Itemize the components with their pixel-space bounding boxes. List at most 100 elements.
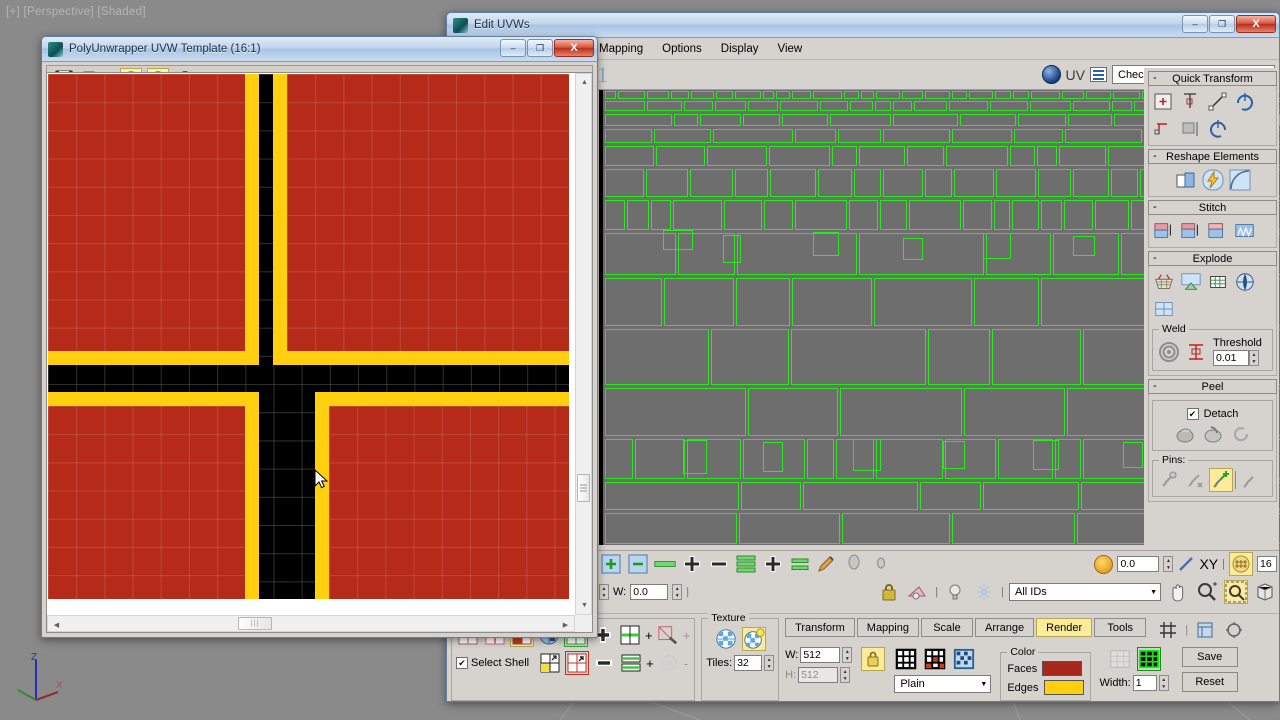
edges-color-swatch[interactable] xyxy=(1043,680,1084,695)
uv-island[interactable] xyxy=(876,91,900,99)
tiles-input[interactable]: 32 xyxy=(734,655,763,671)
uv-island[interactable] xyxy=(1014,129,1063,143)
rollout-body-stitch[interactable] xyxy=(1148,215,1277,248)
select-by-grid-icon[interactable] xyxy=(538,651,562,675)
align-vertical-icon[interactable] xyxy=(1179,90,1203,114)
align-edge-icon[interactable] xyxy=(653,552,677,576)
uv-island[interactable] xyxy=(656,146,705,166)
uv-island[interactable] xyxy=(946,146,1008,166)
material-list-icon[interactable] xyxy=(1090,67,1107,82)
command-panel[interactable]: - Quick Transform - Reshape Elements - S… xyxy=(1144,68,1279,701)
uv-island[interactable] xyxy=(996,169,1036,197)
uv-island[interactable] xyxy=(902,91,923,99)
uv-island[interactable] xyxy=(960,114,1016,126)
uv-island[interactable] xyxy=(995,91,1011,99)
explode-grid-icon[interactable] xyxy=(1206,270,1230,294)
uv-island[interactable] xyxy=(883,129,950,143)
threshold-stepper[interactable]: ▲ ▼ xyxy=(1249,350,1259,366)
uv-island[interactable] xyxy=(849,200,878,230)
uv-template-preview[interactable] xyxy=(48,74,569,599)
material-ids-combo[interactable]: All IDs ▼ xyxy=(1009,583,1161,601)
weld-selected-icon[interactable] xyxy=(1184,340,1208,364)
tile-toggle-icon[interactable] xyxy=(1229,552,1253,576)
peel-reset-icon[interactable] xyxy=(1229,422,1253,446)
rollout-explode[interactable]: - Explode Weld Threshold 0.01 ▲ ▼ xyxy=(1148,251,1277,376)
uv-island[interactable] xyxy=(605,439,633,479)
faces-color-swatch[interactable] xyxy=(1042,661,1083,676)
uv-island[interactable] xyxy=(716,91,733,99)
scroll-left-arrow[interactable]: ◀ xyxy=(48,616,65,633)
uv-island[interactable] xyxy=(974,278,1039,326)
uv-island[interactable] xyxy=(861,91,874,99)
uv-island[interactable] xyxy=(663,230,693,250)
uv-island[interactable] xyxy=(664,278,734,326)
align-diagonal-icon[interactable] xyxy=(1206,90,1230,114)
rollout-header-reshape-elements[interactable]: - Reshape Elements xyxy=(1148,149,1277,164)
uv-island[interactable] xyxy=(605,513,737,544)
uv-island[interactable] xyxy=(605,91,616,99)
uv-island[interactable] xyxy=(840,388,962,436)
uv-island[interactable] xyxy=(990,101,1028,111)
uv-island[interactable] xyxy=(1073,169,1109,197)
edit-uvws-window-buttons[interactable]: – ❐ X xyxy=(1182,15,1276,33)
uv-island[interactable] xyxy=(983,233,1011,259)
uv-island[interactable] xyxy=(842,513,950,544)
rollout-stitch[interactable]: - Stitch xyxy=(1148,200,1277,248)
shrink-minus-icon[interactable] xyxy=(707,552,731,576)
uv-island[interactable] xyxy=(763,91,774,99)
uv-island[interactable] xyxy=(952,129,1012,143)
texture-group[interactable]: Texture Tiles: 32 ▲ ▼ xyxy=(701,612,780,701)
uv-island[interactable] xyxy=(1038,169,1071,197)
tab-tools[interactable]: Tools xyxy=(1094,618,1147,637)
uv-island[interactable] xyxy=(1059,146,1106,166)
uv-island[interactable] xyxy=(735,169,768,197)
uv-island[interactable] xyxy=(713,129,793,143)
explode-sphere-icon[interactable] xyxy=(1233,270,1257,294)
stitch-up-icon[interactable] xyxy=(1179,219,1203,243)
polyunwrapper-canvas-frame[interactable]: ▲ ▼ ◀ ||| ▶ xyxy=(46,72,593,633)
uv-island[interactable] xyxy=(1031,91,1060,99)
detach-checkbox[interactable]: ✔ xyxy=(1186,408,1199,420)
uv-island[interactable] xyxy=(1073,101,1110,111)
falloff-input[interactable]: 0.0 xyxy=(1117,556,1160,572)
uv-island[interactable] xyxy=(723,235,741,263)
uv-island[interactable] xyxy=(838,129,881,143)
value-stepper-left[interactable]: ▲ ▼ xyxy=(599,584,609,600)
checker-map-active-icon[interactable] xyxy=(742,627,767,651)
uv-island[interactable] xyxy=(782,114,828,126)
move-icon[interactable] xyxy=(1152,117,1176,141)
render-w-input[interactable]: 512 xyxy=(800,647,841,663)
menu-item-view[interactable]: View xyxy=(777,43,802,55)
add-element-icon[interactable] xyxy=(599,552,623,576)
uv-island[interactable] xyxy=(605,169,644,197)
tile-count-input[interactable]: 16 xyxy=(1257,556,1277,572)
uv-island[interactable] xyxy=(605,114,672,126)
stitch-all-icon[interactable] xyxy=(1233,219,1257,243)
uv-island[interactable] xyxy=(605,200,625,230)
uv-island[interactable] xyxy=(1095,200,1129,230)
uv-island[interactable] xyxy=(1062,91,1084,99)
uv-island[interactable] xyxy=(983,482,1079,510)
uv-island[interactable] xyxy=(1123,442,1143,468)
uv-island[interactable] xyxy=(671,91,689,99)
uv-island[interactable] xyxy=(1108,146,1149,166)
filter-selected-faces-icon[interactable] xyxy=(906,580,930,604)
split-rows-icon[interactable] xyxy=(619,651,643,675)
uv-island[interactable] xyxy=(737,233,857,275)
rotate-cw-icon[interactable] xyxy=(1233,90,1257,114)
uv-island[interactable] xyxy=(813,91,842,99)
uv-island[interactable] xyxy=(795,129,836,143)
rollout-body-quick-transform[interactable] xyxy=(1148,86,1277,146)
uv-island[interactable] xyxy=(907,146,944,166)
globe-icon[interactable] xyxy=(1041,65,1061,84)
uv-island[interactable] xyxy=(707,146,767,166)
circle-shape-icon[interactable] xyxy=(1228,168,1252,192)
uv-island[interactable] xyxy=(1013,91,1029,99)
polyunwrapper-window[interactable]: PolyUnwrapper UVW Template (16:1) – ❐ X … xyxy=(41,36,598,638)
render-w-stepper[interactable]: ▲ ▼ xyxy=(842,647,853,663)
rotate-ccw-icon[interactable] xyxy=(1206,117,1230,141)
uv-island[interactable] xyxy=(875,101,891,111)
soft-brush-icon[interactable] xyxy=(842,552,866,576)
menu-item-options[interactable]: Options xyxy=(662,43,702,55)
uv-island[interactable] xyxy=(646,169,688,197)
